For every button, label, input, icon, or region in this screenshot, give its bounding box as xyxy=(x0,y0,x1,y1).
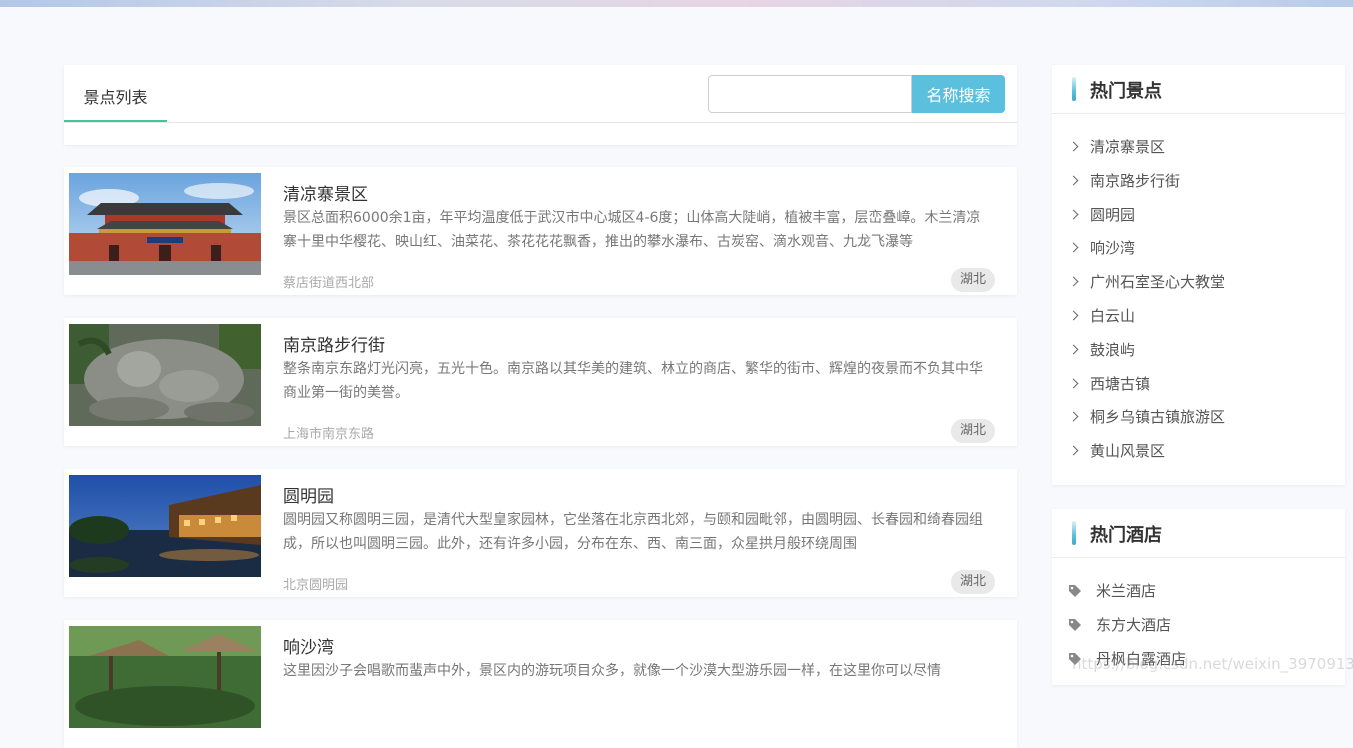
search-button[interactable]: 名称搜索 xyxy=(912,75,1005,113)
hot-spot-label: 清凉寨景区 xyxy=(1090,138,1166,156)
hot-spot-item[interactable]: 桐乡乌镇古镇旅游区 xyxy=(1052,400,1345,434)
spot-title[interactable]: 清凉寨景区 xyxy=(283,180,368,205)
spot-thumbnail-rock-carving[interactable] xyxy=(69,324,261,426)
spot-address: 上海市南京东路 xyxy=(283,427,375,442)
spot-description: 整条南京东路灯光闪亮，五光十色。南京路以其华美的建筑、林立的商店、繁华的街市、辉… xyxy=(283,361,983,401)
chevron-right-icon xyxy=(1068,378,1079,389)
spot-title[interactable]: 圆明园 xyxy=(283,482,334,507)
chevron-right-icon xyxy=(1068,141,1079,152)
spot-description: 圆明园又称圆明三园，是清代大型皇家园林，它坐落在北京西北郊，与颐和园毗邻，由圆明… xyxy=(283,512,983,552)
hot-spot-item[interactable]: 圆明园 xyxy=(1052,198,1345,232)
hot-spots-header: 热门景点 xyxy=(1052,65,1345,114)
hot-spot-label: 西塘古镇 xyxy=(1090,374,1151,393)
hot-spot-label: 广州石室圣心大教堂 xyxy=(1090,273,1226,292)
watermark: https://blog.csdn.net/weixin_39709134 xyxy=(1072,655,1353,673)
chevron-right-icon xyxy=(1068,209,1079,220)
chevron-right-icon xyxy=(1068,175,1079,186)
spot-card[interactable]: 清凉寨景区 景区总面积6000余1亩，年平均温度低于武汉市中心城区4-6度；山体… xyxy=(64,167,1017,295)
hot-hotel-label: 东方大酒店 xyxy=(1096,615,1172,634)
hot-spot-item[interactable]: 南京路步行街 xyxy=(1052,164,1345,198)
region-badge: 湖北 xyxy=(950,570,995,594)
hot-spots-title: 热门景点 xyxy=(1090,81,1162,102)
spot-address: 北京圆明园 xyxy=(283,578,349,593)
spot-card[interactable]: 圆明园 圆明园又称圆明三园，是清代大型皇家园林，它坐落在北京西北郊，与颐和园毗邻… xyxy=(64,469,1017,597)
spot-card[interactable]: 响沙湾 这里因沙子会唱歌而蜚声中外，景区内的游玩项目众多，就像一个沙漠大型游乐园… xyxy=(64,620,1017,748)
hot-hotel-item[interactable]: 东方大酒店 xyxy=(1052,608,1345,642)
spot-description: 景区总面积6000余1亩，年平均温度低于武汉市中心城区4-6度；山体高大陡峭，植… xyxy=(283,210,981,250)
top-banner-strip xyxy=(0,0,1353,7)
hot-spot-label: 桐乡乌镇古镇旅游区 xyxy=(1090,408,1226,427)
list-header: 景点列表 名称搜索 xyxy=(64,65,1017,145)
palace-image xyxy=(69,173,261,275)
chevron-right-icon xyxy=(1068,276,1079,287)
hot-spot-label: 南京路步行街 xyxy=(1090,171,1181,190)
region-badge: 湖北 xyxy=(950,268,995,292)
hot-spot-item[interactable]: 广州石室圣心大教堂 xyxy=(1052,265,1345,299)
hot-spot-item[interactable]: 黄山风景区 xyxy=(1052,434,1345,468)
search-input[interactable] xyxy=(708,75,912,113)
header-divider xyxy=(64,122,1017,123)
chevron-right-icon xyxy=(1068,310,1079,321)
spot-title[interactable]: 响沙湾 xyxy=(283,633,334,658)
hot-spot-label: 白云山 xyxy=(1090,306,1136,325)
spot-address: 蔡店街道西北部 xyxy=(283,276,375,291)
hot-spot-item[interactable]: 响沙湾 xyxy=(1052,231,1345,265)
spot-thumbnail-water-town[interactable] xyxy=(69,475,261,577)
hot-spot-item[interactable]: 鼓浪屿 xyxy=(1052,333,1345,367)
chevron-right-icon xyxy=(1068,411,1079,422)
hot-spot-label: 响沙湾 xyxy=(1090,239,1136,258)
section-marker xyxy=(1072,521,1076,545)
spot-description: 这里因沙子会唱歌而蜚声中外，景区内的游玩项目众多，就像一个沙漠大型游乐园一样，在… xyxy=(283,663,941,679)
spot-thumbnail-palace[interactable] xyxy=(69,173,261,275)
chevron-right-icon xyxy=(1068,445,1079,456)
spot-title[interactable]: 南京路步行街 xyxy=(283,331,385,356)
hot-spot-item[interactable]: 清凉寨景区 xyxy=(1052,130,1345,164)
spot-card[interactable]: 南京路步行街 整条南京东路灯光闪亮，五光十色。南京路以其华美的建筑、林立的商店、… xyxy=(64,318,1017,446)
water-town-night-image xyxy=(69,475,261,577)
hot-spots-list: 清凉寨景区 南京路步行街 圆明园 响沙湾 广州石室圣心大教堂 白云山 鼓浪屿 西… xyxy=(1052,114,1345,468)
spot-thumbnail-huts[interactable] xyxy=(69,626,261,728)
hot-hotels-title: 热门酒店 xyxy=(1090,525,1162,546)
chevron-right-icon xyxy=(1068,242,1079,253)
hot-hotel-item[interactable]: 米兰酒店 xyxy=(1052,574,1345,608)
hot-spots-panel: 热门景点 清凉寨景区 南京路步行街 圆明园 响沙湾 广州石室圣心大教堂 白云山 … xyxy=(1052,65,1345,485)
region-badge: 湖北 xyxy=(950,419,995,443)
hot-hotels-header: 热门酒店 xyxy=(1052,509,1345,558)
section-marker xyxy=(1072,77,1076,101)
tag-icon xyxy=(1069,585,1081,597)
hot-spot-item[interactable]: 白云山 xyxy=(1052,299,1345,333)
hot-spot-label: 黄山风景区 xyxy=(1090,442,1166,461)
tab-spot-list[interactable]: 景点列表 xyxy=(64,65,167,123)
rock-carving-image xyxy=(69,324,261,426)
hot-spot-label: 鼓浪屿 xyxy=(1090,340,1136,359)
tag-icon xyxy=(1069,618,1081,631)
hot-hotel-label: 米兰酒店 xyxy=(1096,582,1157,600)
hot-spot-label: 圆明园 xyxy=(1090,205,1136,224)
thatched-huts-image xyxy=(69,626,261,728)
chevron-right-icon xyxy=(1068,344,1079,355)
hot-spot-item[interactable]: 西塘古镇 xyxy=(1052,367,1345,401)
